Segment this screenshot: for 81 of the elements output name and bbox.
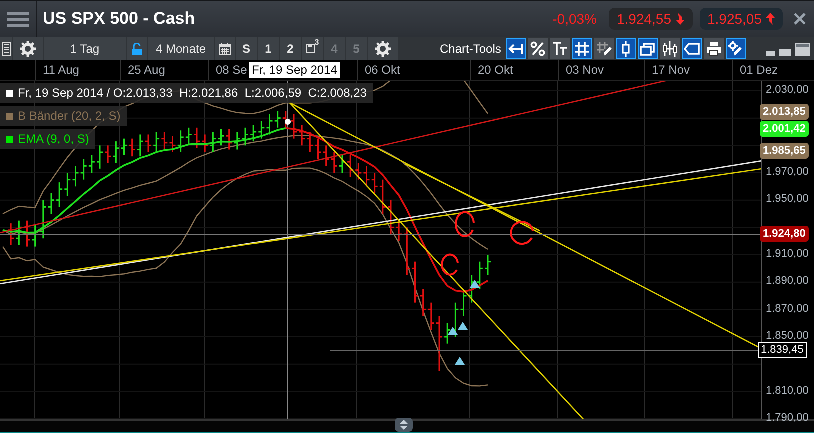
instrument-title: US SPX 500 - Cash <box>43 9 196 29</box>
grid-icon <box>574 40 590 56</box>
chart-tool-button[interactable] <box>506 38 526 59</box>
tag-icon <box>684 40 700 56</box>
price-tag: 1.924,80 <box>760 226 809 242</box>
date-label: 06 Okt <box>365 63 400 77</box>
bar-candles-icon <box>662 40 678 56</box>
slot-button[interactable]: 2 <box>280 37 301 60</box>
circle-annotation <box>441 254 459 276</box>
chart-tool-button[interactable] <box>550 38 570 59</box>
signal-marker-icon <box>455 357 465 365</box>
date-label: 20 Okt <box>478 63 514 77</box>
percent-icon <box>530 40 546 56</box>
calendar-button[interactable] <box>215 37 235 60</box>
date-label: 03 Nov <box>566 63 604 77</box>
price-tick-label: 1.970,00 <box>766 166 809 178</box>
text-size-icon <box>552 40 568 56</box>
chart-tool-button[interactable] <box>660 38 680 59</box>
circle-annotation <box>455 211 475 238</box>
settings-icon <box>375 40 391 56</box>
price-tick-label: 1.850,00 <box>766 330 809 342</box>
date-label: 25 Aug <box>128 63 166 77</box>
price-tag: 1.985,65 <box>760 142 809 159</box>
date-label: 01 Dez <box>740 63 778 77</box>
legend-text: B Bänder (20, 2, S) <box>18 109 121 123</box>
price-tag: 2.001,42 <box>760 121 809 138</box>
ask-price[interactable]: 1.925,05 <box>700 8 783 30</box>
slot-button[interactable]: 1 <box>258 37 279 60</box>
date-label: 17 Nov <box>652 63 690 77</box>
calendar-icon <box>219 42 231 54</box>
date-label: 08 Se <box>216 63 248 77</box>
chart-tools-label: Chart-Tools <box>440 42 502 56</box>
windows-icon <box>640 40 656 56</box>
legend-text: EMA (9, 0, S) <box>18 132 90 146</box>
menu-icon <box>7 11 29 27</box>
chart-tool-button[interactable] <box>682 38 702 59</box>
price-tick-label: 1.890,00 <box>766 275 809 288</box>
chart-tool-button[interactable] <box>594 38 614 59</box>
cursor-dot <box>285 119 291 125</box>
signal-marker-icon <box>470 280 480 288</box>
save-slot-button[interactable]: 3 <box>302 37 323 60</box>
chart-tool-button[interactable] <box>638 38 658 59</box>
price-tag: 2.013,85 <box>760 104 809 120</box>
interval-button[interactable]: 1 Tag <box>44 37 126 60</box>
settings-icon <box>20 40 36 56</box>
price-tick-label: 1.790,00 <box>766 412 809 424</box>
settings-button[interactable] <box>13 37 43 60</box>
circle-annotation <box>510 221 534 245</box>
chart-settings-button[interactable] <box>368 37 398 60</box>
legend-text: Fr, 19 Sep 2014 / O:2.013,33 H:2.021,86 L:2.006,59 C:2.008,23 <box>18 86 367 100</box>
pencil-grid-icon <box>596 40 612 56</box>
lock-icon <box>132 42 142 54</box>
down-arrow-icon <box>676 13 684 25</box>
price-tick-label: 1.870,00 <box>766 302 809 315</box>
up-arrow-icon <box>766 13 775 25</box>
chart-tool-button[interactable] <box>726 38 746 59</box>
cursor-date-label: Fr, 19 Sep 2014 <box>248 61 342 79</box>
range-button[interactable]: 4 Monate <box>148 37 214 60</box>
chart-tool-button[interactable] <box>704 38 724 59</box>
price-tick-label: 1.810,00 <box>766 384 809 397</box>
price-tick-label: 2.030,00 <box>766 84 809 96</box>
price-tag: 1.839,45 <box>758 342 807 358</box>
date-label: 11 Aug <box>43 63 80 77</box>
lock-button[interactable] <box>127 37 147 60</box>
printer-icon <box>706 40 722 56</box>
resize-handle[interactable] <box>395 418 413 432</box>
close-icon <box>794 13 806 25</box>
window-size-icon <box>766 40 810 56</box>
floppy-icon <box>306 44 315 53</box>
price-change: -0,03% <box>552 11 597 27</box>
price-tick-label: 1.950,00 <box>766 193 809 206</box>
chart-tool-button[interactable] <box>572 38 592 59</box>
list-icon <box>2 42 10 56</box>
price-tick-label: 1.910,00 <box>766 248 809 260</box>
bid-price[interactable]: 1.924,55 <box>609 8 692 30</box>
chart-tool-button[interactable] <box>528 38 548 59</box>
settings-pen-icon <box>728 40 744 56</box>
list-button[interactable] <box>0 37 12 60</box>
slot-button[interactable]: S <box>236 37 257 60</box>
up-down-icon <box>400 420 408 430</box>
chart-tool-button[interactable] <box>616 38 636 59</box>
